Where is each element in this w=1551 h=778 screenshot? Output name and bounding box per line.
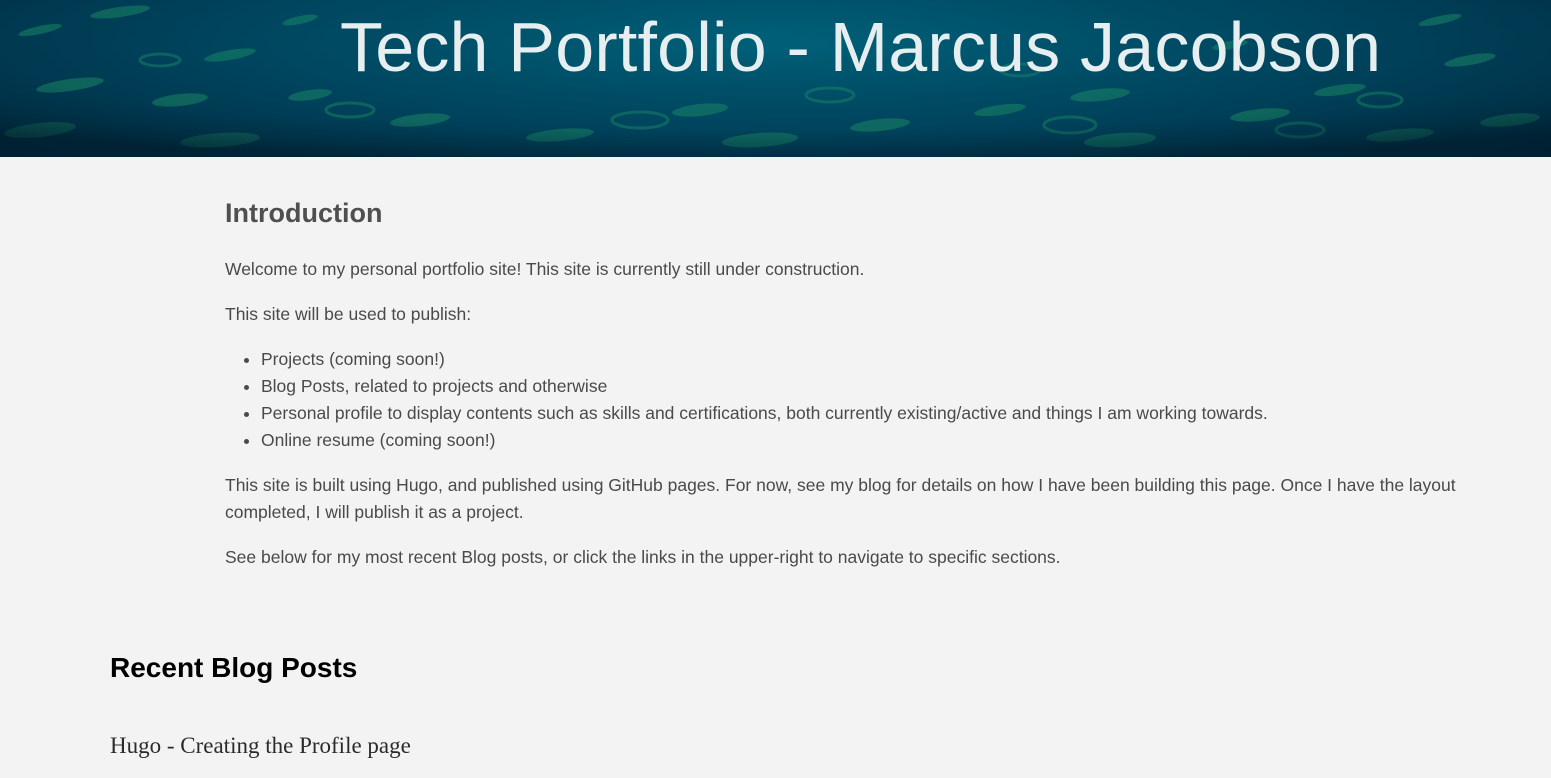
introduction-heading: Introduction (225, 198, 383, 228)
list-item: Projects (coming soon!) (261, 346, 1515, 373)
list-item: Blog Posts, related to projects and othe… (261, 373, 1515, 400)
site-title: Tech Portfolio - Marcus Jacobson (340, 8, 1382, 86)
built-with-paragraph: This site is built using Hugo, and publi… (225, 475, 1456, 522)
header-banner: Tech Portfolio - Marcus Jacobson (0, 0, 1551, 157)
introduction-section: Introduction Welcome to my personal port… (225, 190, 1515, 571)
list-item: Online resume (coming soon!) (261, 427, 1515, 454)
recent-blog-posts-heading: Recent Blog Posts (110, 652, 358, 683)
see-below-paragraph: See below for my most recent Blog posts,… (225, 547, 1061, 567)
blog-post-link[interactable]: Hugo - Creating the Profile page (110, 731, 411, 761)
list-item: Personal profile to display contents suc… (261, 400, 1515, 427)
recent-blog-posts-section: Recent Blog Posts Hugo - Creating the Pr… (110, 645, 1410, 761)
publish-paragraph: This site will be used to publish: (225, 304, 472, 324)
welcome-paragraph: Welcome to my personal portfolio site! T… (225, 259, 865, 279)
publish-list: Projects (coming soon!) Blog Posts, rela… (225, 346, 1515, 454)
